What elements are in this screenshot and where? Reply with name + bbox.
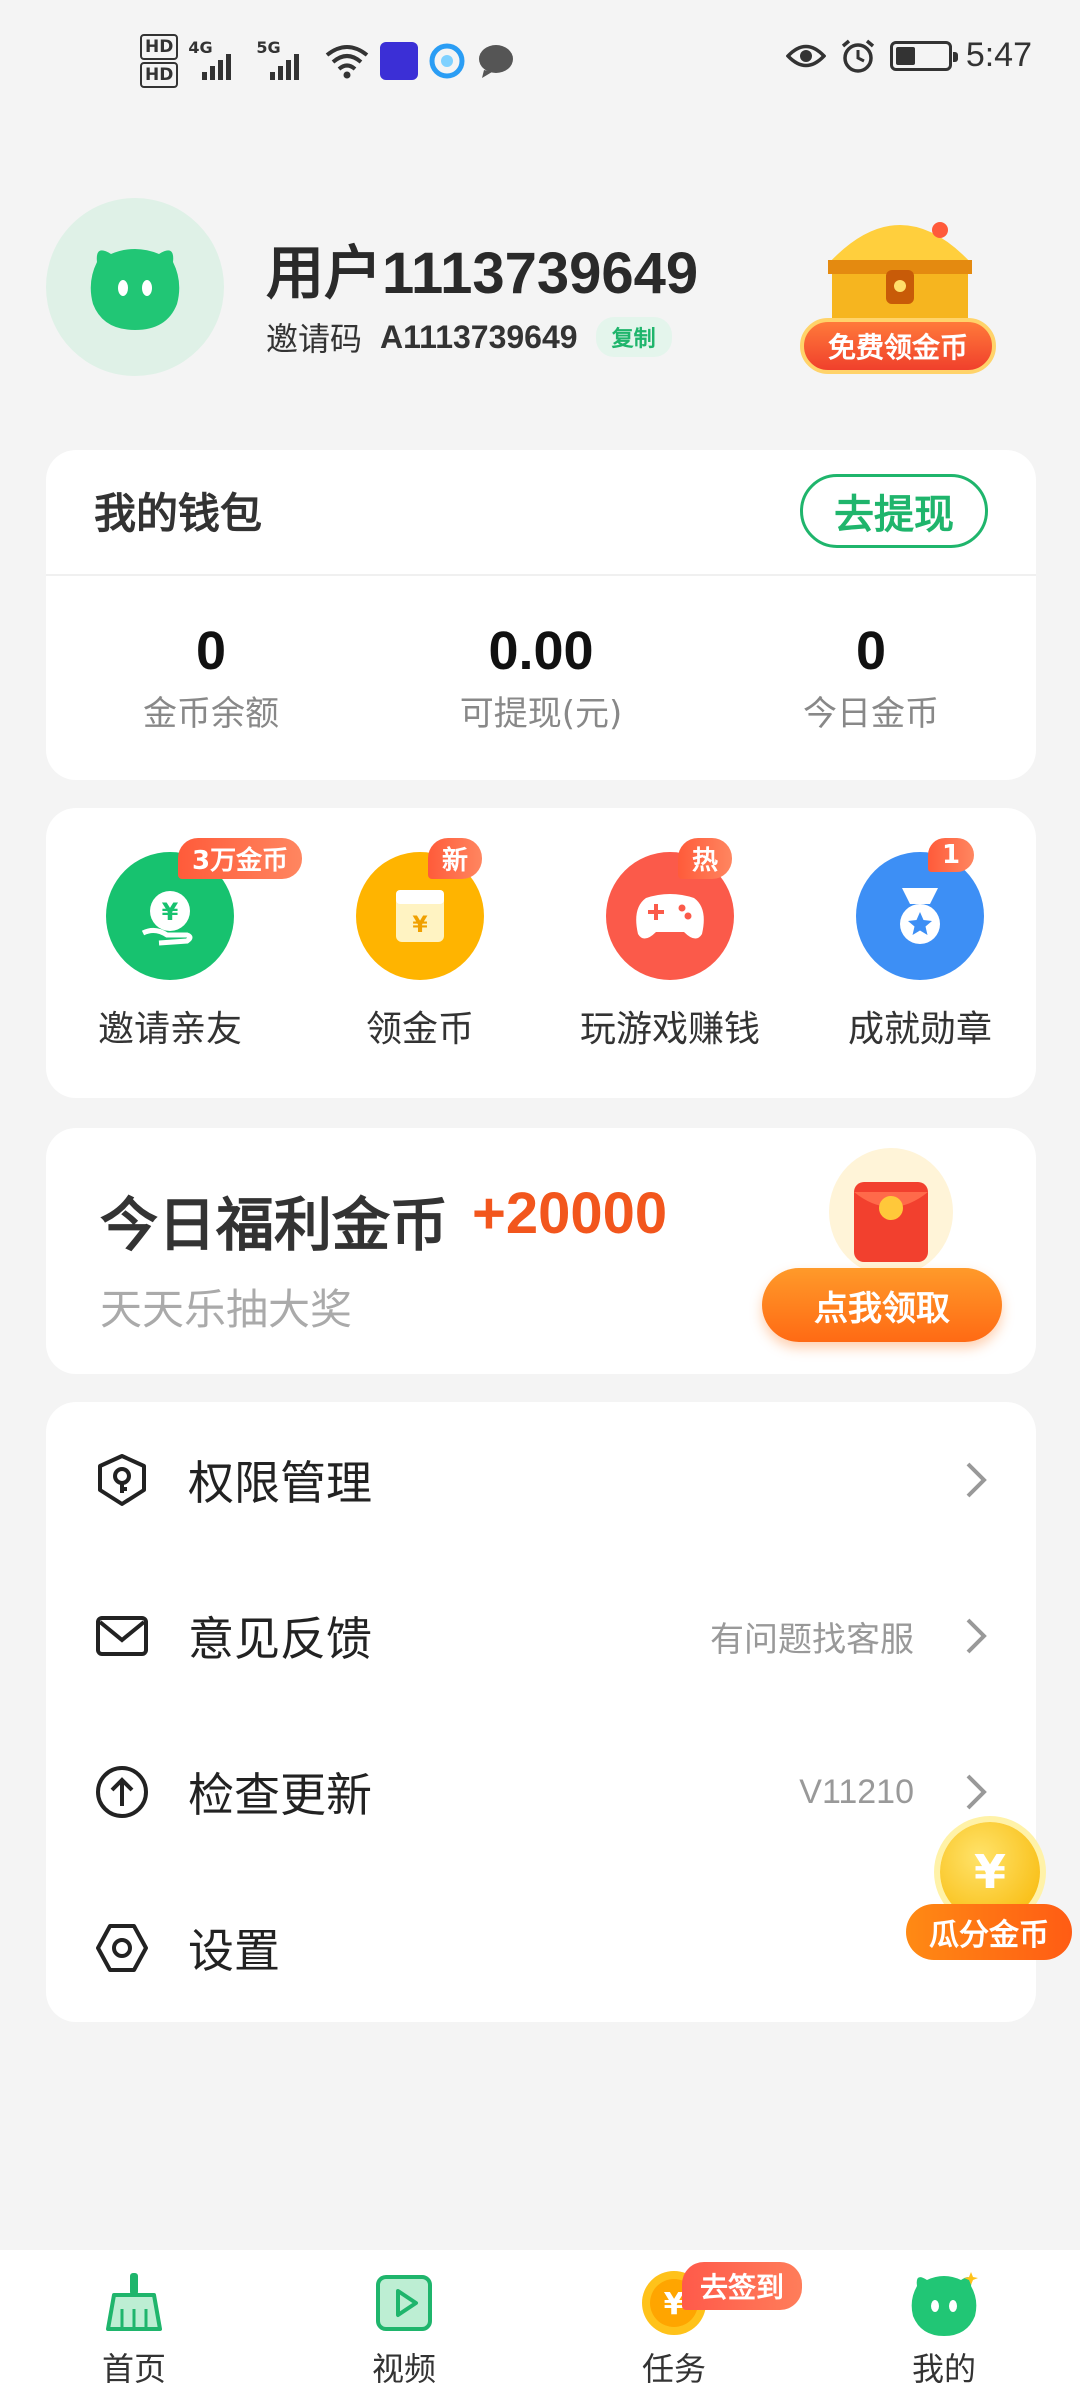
menu-item-label: 设置 bbox=[188, 1924, 280, 1978]
quick-action-label: 玩游戏赚钱 bbox=[579, 1009, 760, 1050]
welfare-subtitle: 天天乐抽大奖 bbox=[100, 1285, 353, 1334]
stat-value: 0 bbox=[195, 621, 227, 681]
nav-label: 任务 bbox=[641, 2350, 706, 2388]
stat-label: 金币余额 bbox=[143, 694, 279, 734]
app-notification-icon bbox=[380, 42, 419, 80]
hd-label-1: HD bbox=[140, 34, 179, 60]
stat-label: 今日金币 bbox=[803, 694, 939, 734]
broom-icon bbox=[97, 2266, 171, 2340]
mail-icon bbox=[96, 1616, 148, 1656]
nav-mine[interactable]: 我的 bbox=[854, 2266, 1034, 2390]
medal-icon: 1 bbox=[856, 838, 984, 980]
stat-coin-balance[interactable]: 0 金币余额 bbox=[46, 620, 376, 735]
quick-invite-friends[interactable]: ¥ 3万金币 邀请亲友 bbox=[50, 838, 303, 1052]
wallet-card: 我的钱包 去提现 0 金币余额 0.00 可提现(元) 0 今日金币 bbox=[46, 450, 1036, 780]
battery-level bbox=[895, 46, 916, 65]
checkin-badge[interactable]: 去签到 bbox=[682, 2262, 803, 2310]
nav-label: 视频 bbox=[371, 2350, 436, 2388]
claim-button[interactable]: 点我领取 bbox=[762, 1268, 1002, 1342]
menu-item-settings[interactable]: 设置 bbox=[46, 1870, 1036, 2026]
daily-welfare-card[interactable]: 今日福利金币 +20000 天天乐抽大奖 点我领取 bbox=[46, 1128, 1036, 1374]
nav-label: 我的 bbox=[911, 2350, 976, 2388]
menu-item-hint: 有问题找客服 bbox=[710, 1620, 914, 1659]
stat-today-coins[interactable]: 0 今日金币 bbox=[706, 620, 1036, 735]
invite-code-value: A1113739649 bbox=[380, 318, 578, 355]
hexagon-settings-icon bbox=[96, 1924, 148, 1972]
nav-video[interactable]: 视频 bbox=[314, 2266, 494, 2390]
chevron-right-icon bbox=[966, 1618, 987, 1654]
badge: 1 bbox=[928, 838, 975, 872]
wallet-title: 我的钱包 bbox=[94, 489, 263, 538]
invite-code-row: 邀请码 A1113739649 复制 bbox=[266, 314, 672, 360]
withdraw-button[interactable]: 去提现 bbox=[800, 474, 988, 548]
chevron-right-icon bbox=[966, 1462, 987, 1498]
badge: 3万金币 bbox=[178, 838, 303, 879]
menu-item-label: 意见反馈 bbox=[188, 1612, 372, 1666]
quick-action-label: 成就勋章 bbox=[847, 1009, 992, 1050]
battery-icon bbox=[889, 40, 958, 71]
settings-menu: 权限管理 意见反馈 有问题找客服 检查更新 V11210 设置 bbox=[46, 1402, 1036, 2022]
mascot-icon bbox=[907, 2266, 981, 2340]
hd-label-2: HD bbox=[140, 62, 179, 88]
welfare-title: 今日福利金币 bbox=[100, 1191, 449, 1259]
quick-get-coins[interactable]: ¥ 新 领金币 bbox=[300, 838, 540, 1052]
invite-money-icon: ¥ 3万金币 bbox=[106, 838, 303, 980]
quick-achievement-medals[interactable]: 1 成就勋章 bbox=[800, 838, 1040, 1052]
status-bar-right: 5:47 bbox=[785, 36, 1032, 75]
avatar[interactable] bbox=[46, 198, 224, 376]
username: 用户1113739649 bbox=[266, 241, 699, 306]
stat-value: 0.00 bbox=[488, 621, 594, 681]
shield-key-icon bbox=[98, 1454, 146, 1506]
menu-item-feedback[interactable]: 意见反馈 有问题找客服 bbox=[46, 1558, 1036, 1714]
free-coins-button[interactable]: 免费领金币 bbox=[800, 318, 996, 374]
status-bar-left: HD HD 4G 5G bbox=[140, 34, 516, 88]
signal-5g-icon: 5G bbox=[256, 38, 314, 84]
quick-actions-card: ¥ 3万金币 邀请亲友 ¥ 新 领金币 热 玩游戏赚钱 1 成就勋章 bbox=[46, 808, 1036, 1098]
eye-icon bbox=[785, 44, 826, 67]
red-envelope-icon bbox=[829, 1148, 953, 1276]
hd-icon: HD HD bbox=[140, 34, 179, 88]
coin-box-icon: ¥ 新 bbox=[356, 838, 484, 980]
status-bar: HD HD 4G 5G 5:47 bbox=[0, 0, 1080, 130]
quick-action-label: 领金币 bbox=[365, 1009, 474, 1050]
stat-value: 0 bbox=[855, 621, 887, 681]
stat-withdrawable[interactable]: 0.00 可提现(元) bbox=[376, 620, 706, 735]
signal-4g-icon: 4G bbox=[188, 38, 246, 84]
alarm-icon bbox=[841, 39, 874, 73]
menu-item-permissions[interactable]: 权限管理 bbox=[46, 1402, 1036, 1558]
menu-item-label: 权限管理 bbox=[188, 1456, 372, 1510]
invite-code-label: 邀请码 bbox=[266, 320, 363, 358]
bottom-nav: 首页 视频 ¥ 任务 去签到 我的 bbox=[0, 2250, 1080, 2400]
upload-arrow-icon bbox=[96, 1766, 148, 1818]
share-coins-button[interactable]: 瓜分金币 bbox=[906, 1904, 1072, 1960]
menu-item-label: 检查更新 bbox=[188, 1768, 372, 1822]
gamepad-icon: 热 bbox=[606, 838, 734, 980]
nav-label: 首页 bbox=[101, 2350, 166, 2388]
badge: 新 bbox=[428, 838, 483, 879]
clock-time: 5:47 bbox=[965, 36, 1032, 74]
wifi-icon bbox=[326, 45, 369, 79]
divider bbox=[46, 574, 1036, 576]
badge: 热 bbox=[678, 838, 733, 879]
copy-button[interactable]: 复制 bbox=[595, 317, 672, 357]
svg-text:¥: ¥ bbox=[412, 913, 428, 938]
quick-play-games[interactable]: 热 玩游戏赚钱 bbox=[550, 838, 790, 1052]
qq-browser-icon bbox=[429, 43, 465, 79]
mascot-icon bbox=[90, 249, 180, 330]
menu-item-check-update[interactable]: 检查更新 V11210 bbox=[46, 1714, 1036, 1870]
quick-action-label: 邀请亲友 bbox=[97, 1009, 242, 1050]
stat-label: 可提现(元) bbox=[459, 694, 623, 734]
nav-home[interactable]: 首页 bbox=[44, 2266, 224, 2390]
welfare-amount: +20000 bbox=[472, 1181, 668, 1246]
video-play-icon bbox=[367, 2266, 441, 2340]
chevron-right-icon bbox=[966, 1774, 987, 1810]
message-icon bbox=[479, 45, 514, 78]
svg-text:¥: ¥ bbox=[162, 898, 179, 926]
menu-item-hint: V11210 bbox=[799, 1772, 914, 1811]
